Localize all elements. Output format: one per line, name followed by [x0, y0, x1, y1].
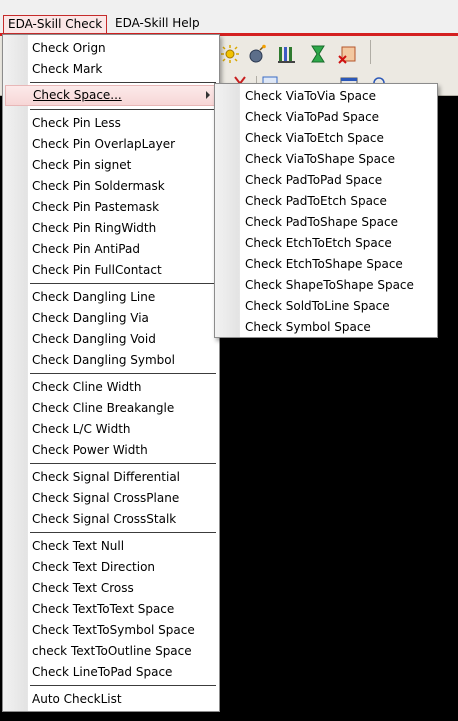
menu-item-check-space[interactable]: Check Space...: [5, 85, 217, 106]
submenu-item-viatoetch[interactable]: Check ViaToEtch Space: [217, 128, 435, 149]
submenu-item-padtopad[interactable]: Check PadToPad Space: [217, 170, 435, 191]
menubar: EDA-Skill Check EDA-Skill Help: [0, 0, 458, 36]
menu-eda-skill-help[interactable]: EDA-Skill Help: [111, 15, 204, 34]
menu-item-check-signal-crossplane[interactable]: Check Signal CrossPlane: [5, 488, 217, 509]
bars-icon[interactable]: [277, 44, 297, 64]
menu-item-check-dangling-symbol[interactable]: Check Dangling Symbol: [5, 350, 217, 371]
menu-item-check-texttotext-space[interactable]: Check TextToText Space: [5, 599, 217, 620]
menu-item-check-signal-differential[interactable]: Check Signal Differential: [5, 467, 217, 488]
menu-item-check-orign[interactable]: Check Orign: [5, 38, 217, 59]
submenu-arrow-icon: [206, 91, 210, 99]
menu-separator: [30, 82, 216, 83]
menu-separator: [30, 685, 216, 686]
submenu-item-viatopad[interactable]: Check ViaToPad Space: [217, 107, 435, 128]
submenu-item-etchtoetch[interactable]: Check EtchToEtch Space: [217, 233, 435, 254]
menu-item-check-dangling-line[interactable]: Check Dangling Line: [5, 287, 217, 308]
submenu-item-viatoshape[interactable]: Check ViaToShape Space: [217, 149, 435, 170]
menu-item-check-cline-breakangle[interactable]: Check Cline Breakangle: [5, 398, 217, 419]
check-space-submenu: Check ViaToVia Space Check ViaToPad Spac…: [214, 83, 438, 338]
menu-separator: [30, 109, 216, 110]
menu-item-check-pin-fullcontact[interactable]: Check Pin FullContact: [5, 260, 217, 281]
menu-item-check-dangling-void[interactable]: Check Dangling Void: [5, 329, 217, 350]
menu-separator: [30, 373, 216, 374]
menu-item-check-text-cross[interactable]: Check Text Cross: [5, 578, 217, 599]
menu-item-check-pin-ringwidth[interactable]: Check Pin RingWidth: [5, 218, 217, 239]
menu-item-check-texttooutline-space[interactable]: check TextToOutline Space: [5, 641, 217, 662]
menu-eda-skill-check[interactable]: EDA-Skill Check: [3, 15, 108, 34]
menu-item-check-signal-crossstalk[interactable]: Check Signal CrossStalk: [5, 509, 217, 530]
submenu-item-shapetoshape[interactable]: Check ShapeToShape Space: [217, 275, 435, 296]
menu-item-check-text-null[interactable]: Check Text Null: [5, 536, 217, 557]
menu-item-check-text-direction[interactable]: Check Text Direction: [5, 557, 217, 578]
submenu-item-viatovia[interactable]: Check ViaToVia Space: [217, 86, 435, 107]
hourglass-icon[interactable]: [308, 44, 328, 64]
submenu-item-symbol-space[interactable]: Check Symbol Space: [217, 317, 435, 338]
menu-item-check-dangling-via[interactable]: Check Dangling Via: [5, 308, 217, 329]
menu-item-check-texttosymbol-space[interactable]: Check TextToSymbol Space: [5, 620, 217, 641]
menu-item-check-pin-less[interactable]: Check Pin Less: [5, 113, 217, 134]
menu-item-check-mark[interactable]: Check Mark: [5, 59, 217, 80]
eda-skill-check-menu: Check Orign Check Mark Check Space... Ch…: [2, 34, 220, 712]
component-delete-icon[interactable]: [338, 44, 358, 64]
submenu-item-padtoshape[interactable]: Check PadToShape Space: [217, 212, 435, 233]
submenu-item-etchtoshape[interactable]: Check EtchToShape Space: [217, 254, 435, 275]
menu-item-check-pin-antipad[interactable]: Check Pin AntiPad: [5, 239, 217, 260]
menu-item-check-power-width[interactable]: Check Power Width: [5, 440, 217, 461]
menu-item-check-pin-overlaplayer[interactable]: Check Pin OverlapLayer: [5, 134, 217, 155]
menu-item-check-pin-pastemask[interactable]: Check Pin Pastemask: [5, 197, 217, 218]
menu-item-check-pin-soldermask[interactable]: Check Pin Soldermask: [5, 176, 217, 197]
bomb-icon[interactable]: [247, 44, 267, 64]
menu-item-check-lc-width[interactable]: Check L/C Width: [5, 419, 217, 440]
sun-icon[interactable]: [220, 44, 240, 64]
menu-separator: [30, 532, 216, 533]
menu-item-check-linetopad-space[interactable]: Check LineToPad Space: [5, 662, 217, 683]
menu-item-check-pin-signet[interactable]: Check Pin signet: [5, 155, 217, 176]
app-window: { "menubar": { "items": [ {"label": "EDA…: [0, 0, 458, 721]
menu-separator: [30, 463, 216, 464]
submenu-item-padtoetch[interactable]: Check PadToEtch Space: [217, 191, 435, 212]
menu-item-check-cline-width[interactable]: Check Cline Width: [5, 377, 217, 398]
menu-item-auto-checklist[interactable]: Auto CheckList: [5, 689, 217, 710]
menu-separator: [30, 283, 216, 284]
submenu-item-soldtoline[interactable]: Check SoldToLine Space: [217, 296, 435, 317]
